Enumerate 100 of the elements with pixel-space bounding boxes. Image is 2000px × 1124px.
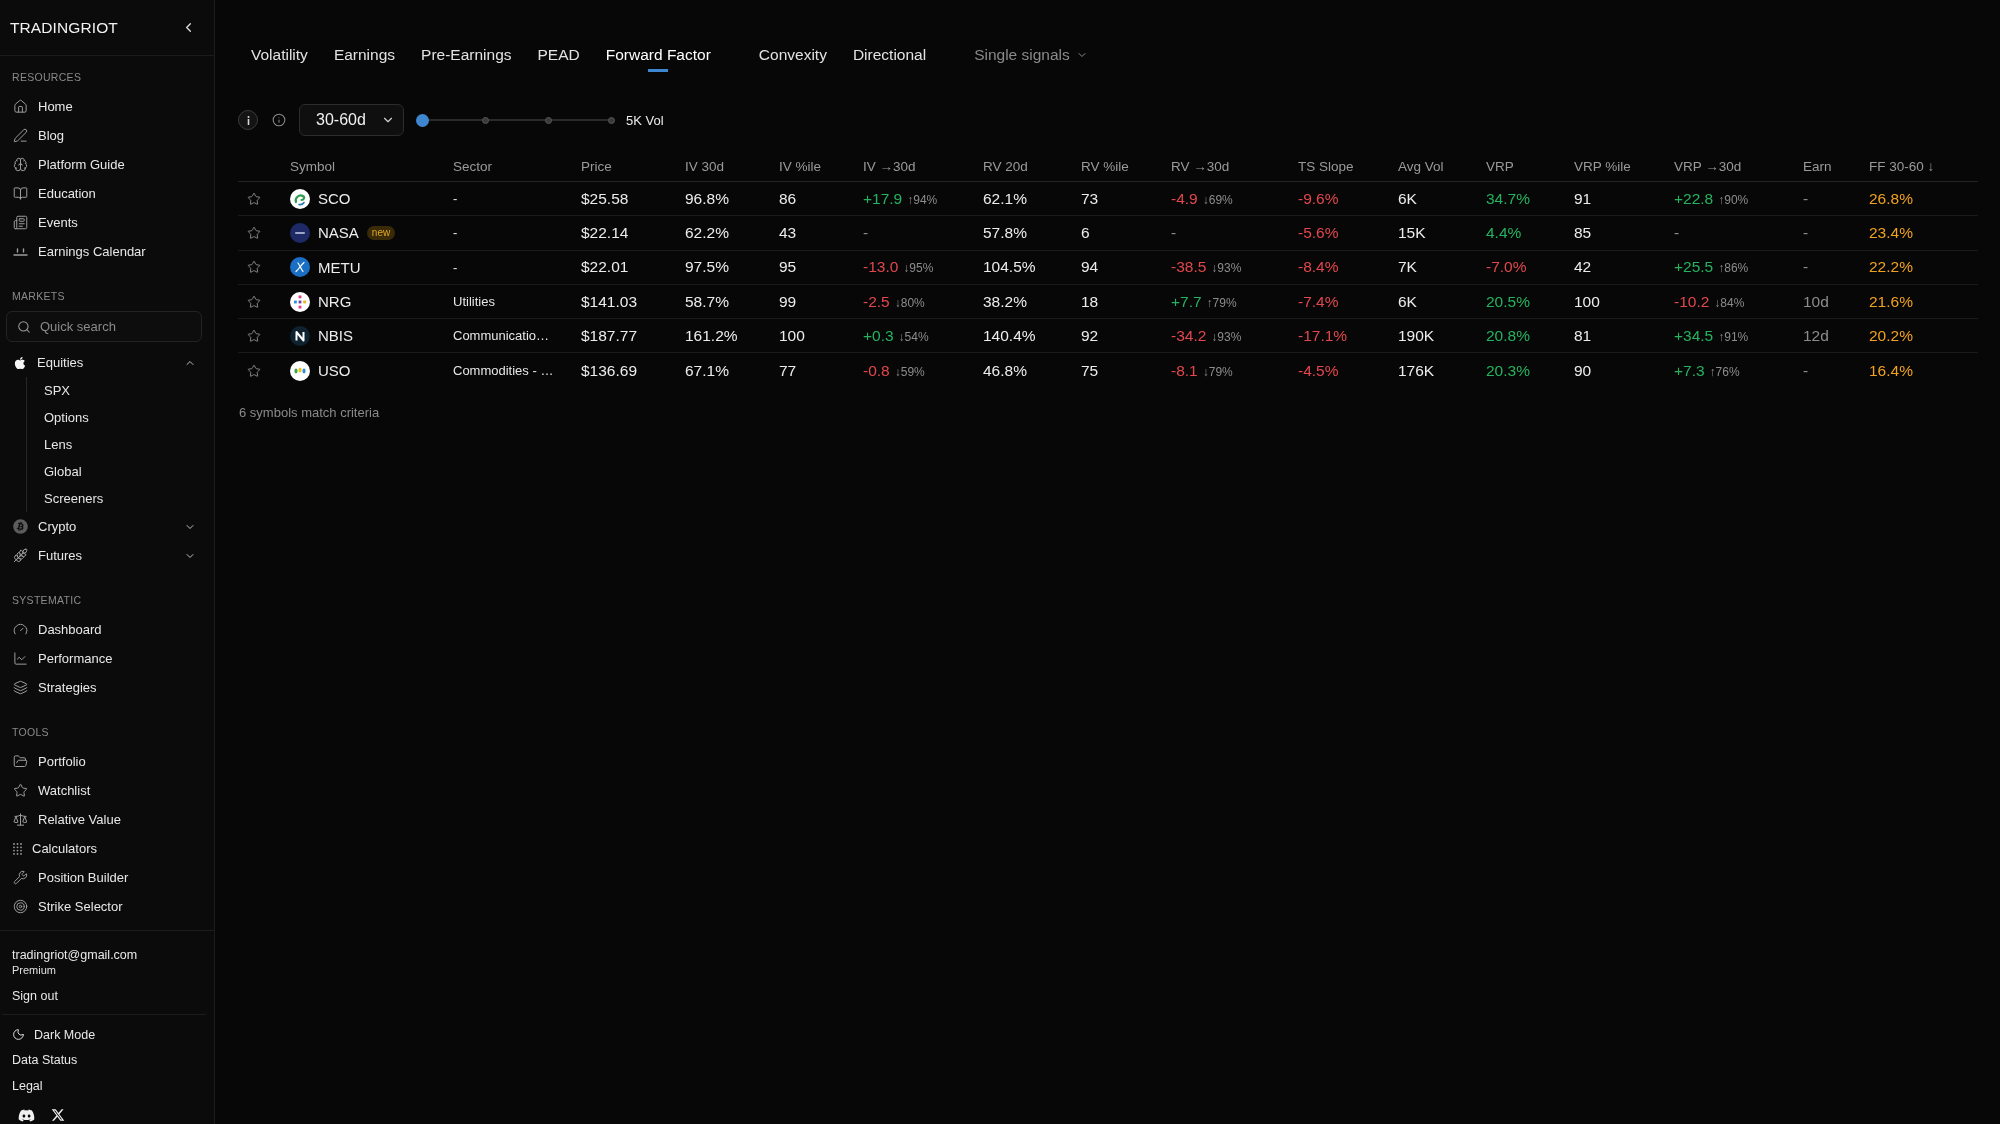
metric-value: -8.1 [1171, 361, 1198, 380]
info-icon[interactable] [272, 113, 286, 127]
rank-change: ↓54% [898, 329, 929, 344]
sector-name: - [453, 259, 458, 275]
column-header[interactable]: IV 30d [675, 152, 769, 181]
nav-item[interactable]: Platform Guide [0, 150, 214, 179]
nav-subitem[interactable]: Lens [27, 431, 73, 458]
nav-item[interactable]: Calculators [0, 834, 214, 863]
line-ticks-icon [13, 247, 28, 256]
metric-value: 6K [1398, 189, 1417, 208]
result-count: 6 symbols match criteria [238, 404, 381, 421]
column-header[interactable]: IV →30d [853, 152, 973, 181]
metric-value: +34.5 [1674, 326, 1714, 345]
metric-value: +17.9 [863, 189, 903, 208]
column-header[interactable]: Avg Vol [1388, 152, 1476, 181]
nav-item[interactable]: Equities [0, 348, 214, 377]
metric-value: 90 [1574, 361, 1592, 380]
star-icon[interactable] [247, 363, 261, 378]
footer-link[interactable]: Legal [12, 1073, 43, 1099]
x-logo-icon[interactable] [51, 1108, 65, 1122]
metric-value: $136.69 [581, 361, 638, 380]
rank-change: ↑94% [907, 192, 938, 207]
column-header[interactable]: Price [571, 152, 675, 181]
info-button[interactable] [238, 110, 258, 130]
tab[interactable]: Pre-Earnings [421, 38, 512, 72]
metric-value: -0.8 [863, 361, 890, 380]
column-header[interactable]: VRP %ile [1564, 152, 1664, 181]
nav-subitem[interactable]: Options [27, 404, 89, 431]
metric-value: 58.7% [685, 292, 729, 311]
tab[interactable]: PEAD [537, 38, 580, 72]
star-icon[interactable] [247, 260, 261, 275]
column-header[interactable]: RV %ile [1071, 152, 1161, 181]
column-header[interactable]: Earn [1793, 152, 1859, 181]
nav-item[interactable]: Events [0, 208, 214, 237]
nav-item[interactable]: Watchlist [0, 776, 214, 805]
metric-value: -34.2 [1171, 326, 1207, 345]
column-header[interactable]: FF 30-60 ↓ [1859, 152, 1978, 181]
theme-toggle[interactable]: Dark Mode [12, 1022, 96, 1048]
ticker-symbol: SCO [318, 190, 351, 208]
nav-item[interactable]: Earnings Calendar [0, 237, 214, 266]
metric-value: 91 [1574, 189, 1592, 208]
metric-value: 16.4% [1869, 361, 1913, 380]
metric-value: 20.8% [1486, 326, 1530, 345]
signals-dropdown[interactable]: Single signals [974, 38, 1088, 64]
nav-item[interactable]: Performance [0, 644, 214, 673]
sign-out-link[interactable]: Sign out [12, 988, 58, 1004]
rank-change: ↓69% [1202, 192, 1233, 207]
metric-value: 20.2% [1869, 326, 1913, 345]
column-header[interactable]: VRP →30d [1664, 152, 1793, 181]
tab[interactable]: Directional [852, 38, 927, 72]
metric-value: -7.4% [1298, 292, 1339, 311]
column-header[interactable]: IV %ile [769, 152, 853, 181]
column-header[interactable]: RV 20d [973, 152, 1071, 181]
house-icon [13, 99, 28, 114]
rank-change: ↑91% [1718, 329, 1749, 344]
tab[interactable]: Earnings [333, 38, 396, 72]
column-header[interactable]: VRP [1476, 152, 1564, 181]
nav-item[interactable]: Crypto [0, 512, 214, 541]
nav-item[interactable]: Strategies [0, 673, 214, 702]
search-field[interactable]: Quick search [6, 311, 202, 342]
ticker-symbol: NASA [318, 224, 359, 242]
pixel-cross-logo-icon [290, 291, 310, 312]
star-icon[interactable] [247, 191, 261, 206]
account-email: tradingriot@gmail.com [12, 948, 138, 963]
nav-item[interactable]: Blog [0, 121, 214, 150]
column-header[interactable]: TS Slope [1288, 152, 1388, 181]
ticker-symbol: USO [318, 362, 351, 380]
nav-subitem[interactable]: Screeners [27, 485, 104, 512]
metric-value: 85 [1574, 223, 1592, 242]
section-title: TOOLS [11, 725, 50, 739]
column-header[interactable]: RV →30d [1161, 152, 1288, 181]
tab[interactable]: Convexity [758, 38, 827, 72]
metric-value: 94 [1081, 258, 1099, 277]
nav-item[interactable]: Position Builder [0, 863, 214, 892]
nav-item[interactable]: Futures [0, 541, 214, 570]
sector-name: - [453, 191, 458, 207]
period-select[interactable]: 30-60d [299, 104, 404, 136]
footer-link[interactable]: Data Status [12, 1047, 78, 1073]
nav-subitem[interactable]: Global [27, 458, 82, 485]
metric-value: 34.7% [1486, 189, 1530, 208]
nav-item[interactable]: Portfolio [0, 747, 214, 776]
target-icon [13, 899, 28, 914]
star-icon[interactable] [247, 294, 261, 309]
nav-subitem[interactable]: SPX [27, 377, 70, 404]
slider-thumb[interactable] [416, 113, 429, 127]
wrench-icon [13, 870, 28, 885]
star-icon[interactable] [247, 328, 261, 343]
star-icon[interactable] [247, 225, 261, 240]
metric-value: 67.1% [685, 361, 729, 380]
tab[interactable]: Volatility [251, 38, 308, 72]
nav-item[interactable]: Relative Value [0, 805, 214, 834]
rank-change: ↑86% [1718, 261, 1749, 276]
column-header[interactable]: Symbol [280, 152, 443, 181]
nav-item[interactable]: Education [0, 179, 214, 208]
coin-icon [13, 519, 28, 534]
nav-item[interactable]: Strike Selector [0, 892, 214, 921]
column-header[interactable]: Sector [443, 152, 571, 181]
metric-value: 43 [779, 223, 797, 242]
nav-item[interactable]: Home [0, 92, 214, 121]
nav-item[interactable]: Dashboard [0, 615, 214, 644]
